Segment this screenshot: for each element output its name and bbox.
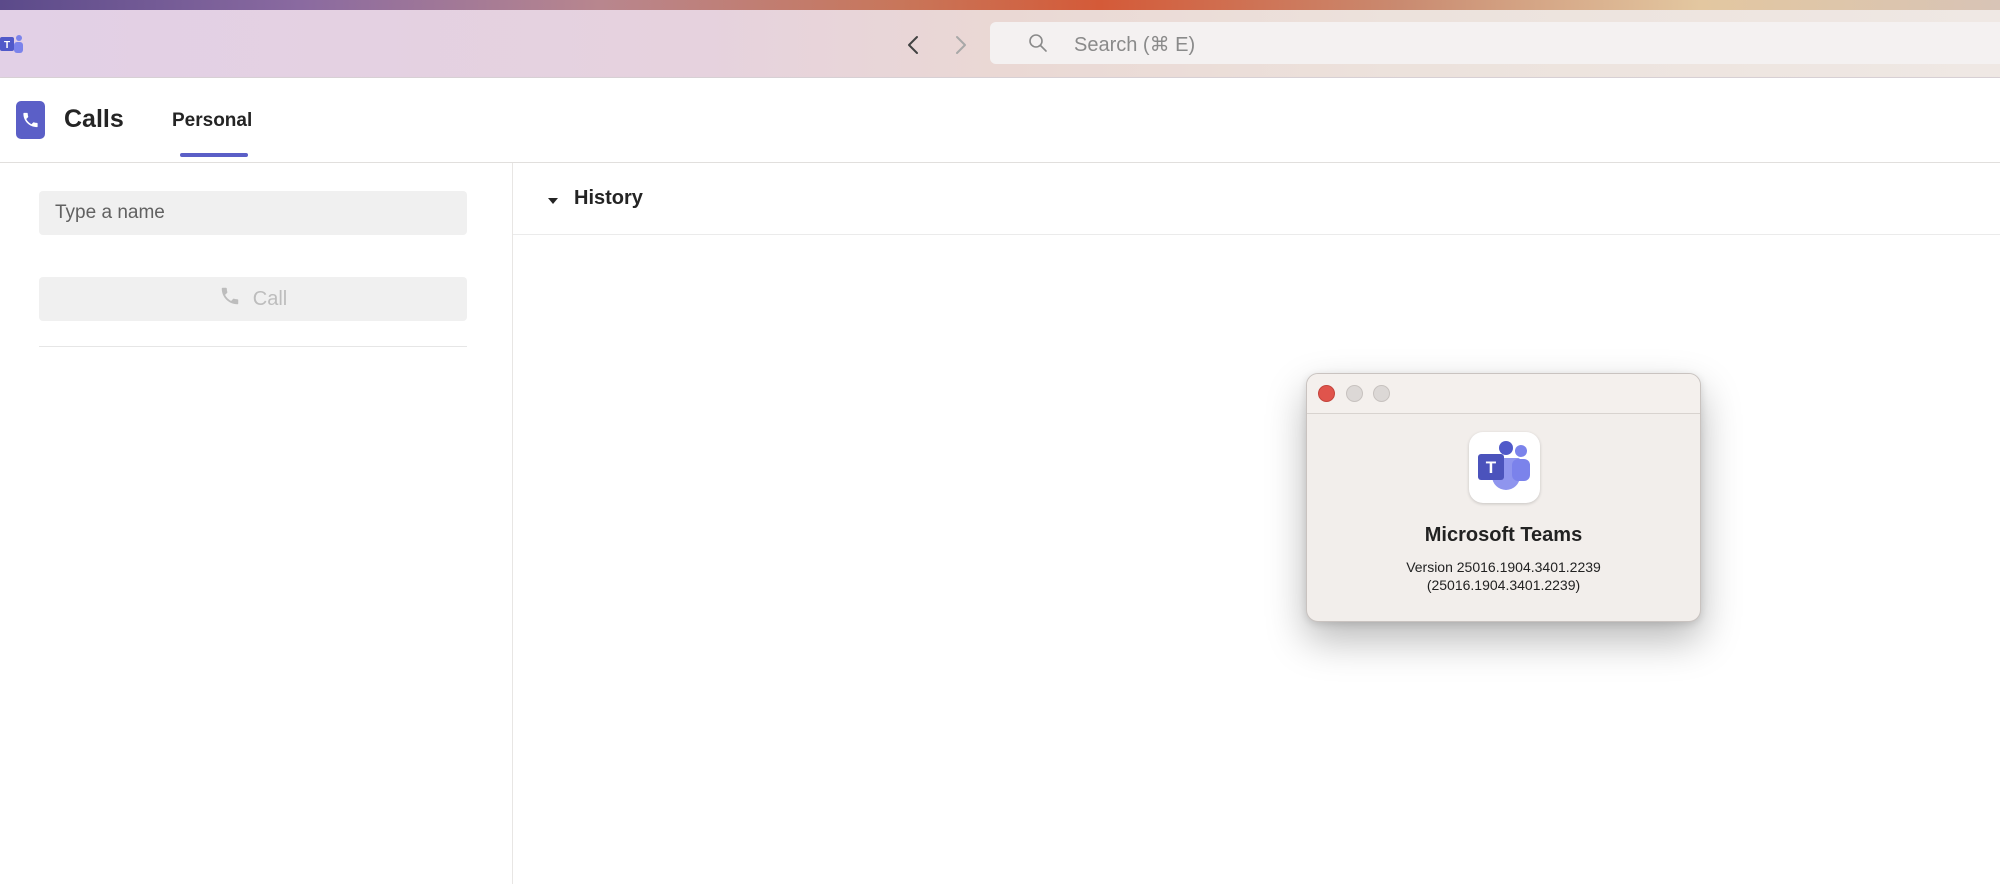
search-icon (1028, 33, 1048, 53)
dialer-pane: Call (0, 163, 513, 884)
divider (39, 346, 467, 347)
back-arrow-icon[interactable] (901, 32, 927, 58)
call-button-label: Call (252, 287, 288, 310)
svg-text:T: T (1486, 458, 1497, 477)
history-section-header[interactable]: History (513, 163, 2000, 235)
teams-app-icon: T (1469, 432, 1540, 503)
history-label: History (574, 187, 643, 209)
zoom-window-button (1373, 385, 1390, 402)
about-dialog: T Microsoft Teams Version 25016.1904.340… (1306, 373, 1701, 622)
forward-arrow-icon[interactable] (947, 32, 973, 58)
name-search-input[interactable] (39, 191, 467, 235)
search-placeholder: Search (⌘ E) (1074, 34, 1196, 56)
window-titlebar: T Search (⌘ E) (0, 10, 2000, 78)
dialog-app-name: Microsoft Teams (1424, 524, 1583, 546)
tab-personal[interactable]: Personal (172, 110, 252, 132)
dialog-titlebar (1307, 374, 1700, 414)
search-input[interactable]: Search (⌘ E) (990, 22, 2000, 64)
tab-selected-indicator (180, 153, 248, 157)
teams-logo-icon[interactable]: T (0, 32, 24, 56)
version-line: Version 25016.1904.3401.2239 (1406, 559, 1601, 575)
svg-text:T: T (4, 40, 10, 51)
app-header: Calls Personal (0, 78, 2000, 163)
dialog-version-text: Version 25016.1904.3401.2239 (25016.1904… (1307, 558, 1700, 594)
phone-icon (219, 285, 241, 313)
phone-app-icon (16, 101, 45, 139)
call-button[interactable]: Call (39, 277, 467, 321)
close-window-button[interactable] (1318, 385, 1335, 402)
page-title: Calls (64, 105, 124, 133)
minimize-window-button (1346, 385, 1363, 402)
caret-down-icon[interactable] (547, 193, 559, 204)
version-build-line: (25016.1904.3401.2239) (1426, 577, 1581, 593)
desktop-wallpaper-strip (0, 0, 2000, 10)
